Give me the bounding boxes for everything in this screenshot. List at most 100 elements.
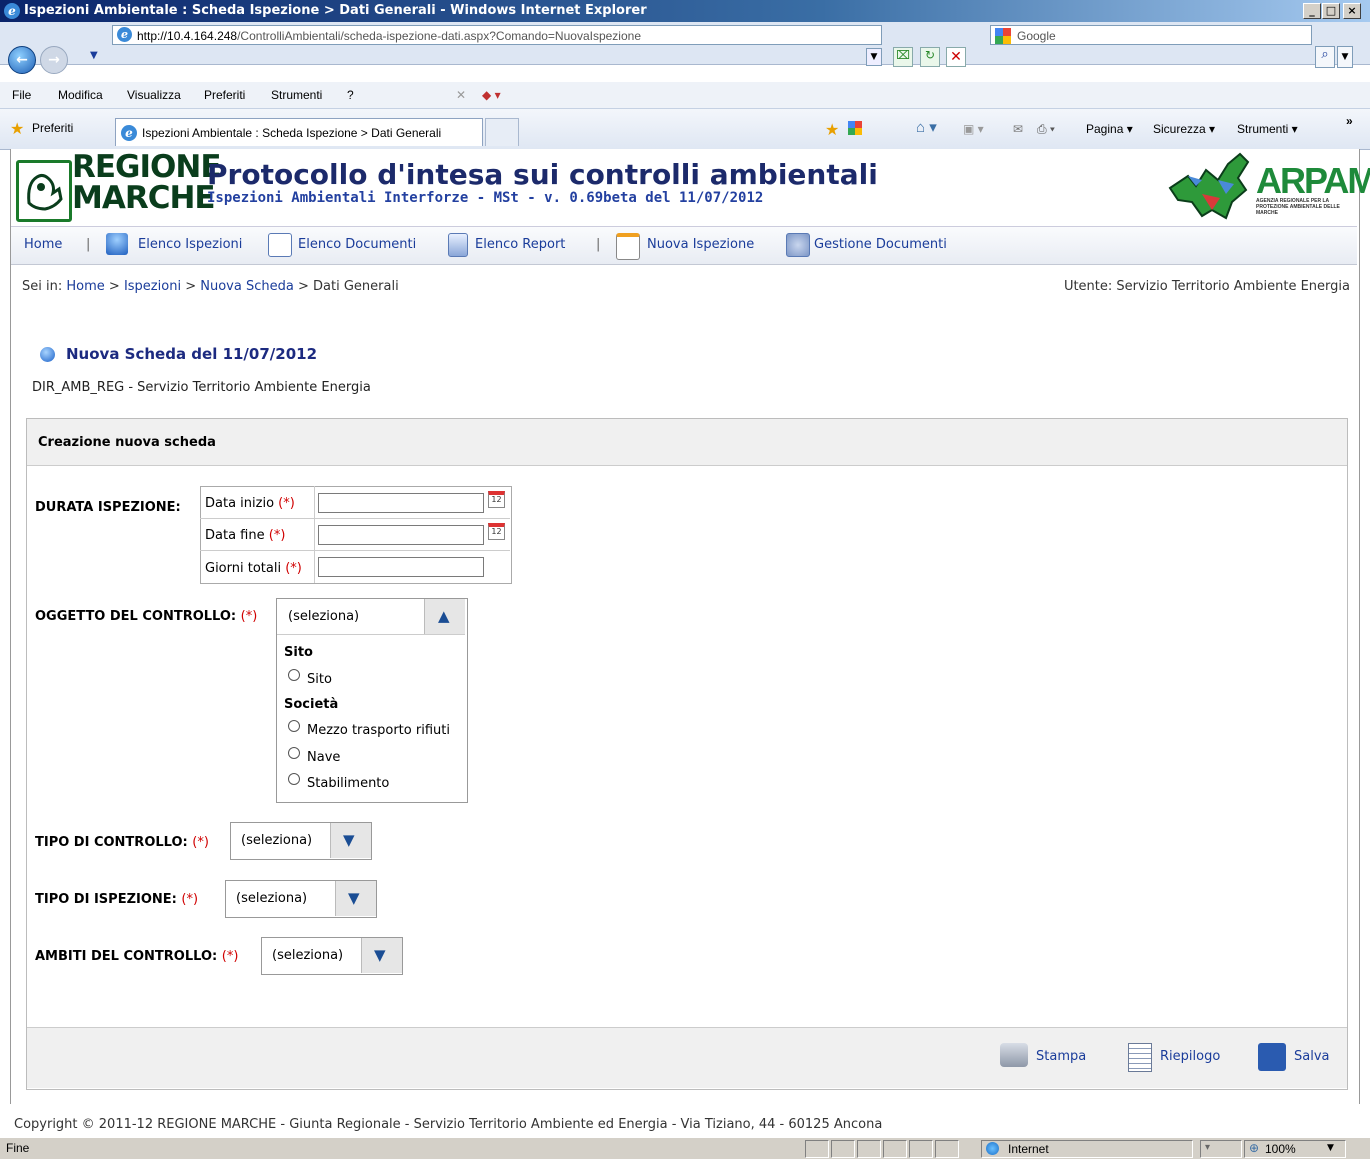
sicurezza-menu[interactable]: Sicurezza ▾ [1153, 122, 1215, 136]
nav-separator: | [596, 237, 601, 252]
radio-sito[interactable] [288, 669, 300, 681]
site-title: Protocollo d'intesa sui controlli ambien… [207, 158, 878, 191]
giorni-totali-input[interactable] [318, 557, 484, 577]
menu-strumenti[interactable]: Strumenti [271, 88, 322, 102]
giorni-totali-label: Giorni totali (*) [205, 561, 302, 576]
option-nave[interactable]: Nave [307, 750, 340, 765]
calendar-icon[interactable]: 12 [488, 523, 505, 540]
status-cell [805, 1140, 829, 1158]
stampa-button[interactable]: Stampa [1036, 1049, 1086, 1064]
radio-nave[interactable] [288, 747, 300, 759]
forward-button[interactable]: → [40, 46, 68, 74]
nav-separator: | [86, 237, 91, 252]
favorites-label[interactable]: Preferiti [32, 121, 73, 135]
ambiti-toggle[interactable]: ▼ [361, 938, 402, 973]
summary-icon[interactable] [1128, 1043, 1152, 1072]
menu-modifica[interactable]: Modifica [58, 88, 103, 102]
option-sito[interactable]: Sito [307, 672, 332, 687]
close-window-button[interactable]: × [1343, 3, 1361, 19]
status-cell [857, 1140, 881, 1158]
translate-icon[interactable]: ◆ ▾ [482, 88, 501, 102]
security-zone[interactable]: Internet [981, 1140, 1193, 1158]
tipo-controllo-label: TIPO DI CONTROLLO: (*) [35, 835, 209, 850]
radio-mezzo-trasporto[interactable] [288, 720, 300, 732]
window-title: Ispezioni Ambientale : Scheda Ispezione … [24, 3, 647, 18]
tipo-controllo-toggle[interactable]: ▼ [330, 823, 371, 858]
protected-mode-button[interactable]: ▾ [1200, 1140, 1242, 1158]
data-fine-label: Data fine (*) [205, 528, 286, 543]
google-toolbar-icon[interactable] [848, 121, 862, 135]
elenco-ispezioni-icon[interactable] [106, 233, 128, 255]
breadcrumb-nuova-scheda[interactable]: Nuova Scheda [200, 279, 294, 294]
favorites-star-icon[interactable]: ★ [10, 119, 24, 139]
nav-gestione-documenti[interactable]: Gestione Documenti [814, 237, 947, 252]
menu-help[interactable]: ? [347, 88, 354, 102]
tab-active[interactable]: e Ispezioni Ambientale : Scheda Ispezion… [115, 118, 483, 146]
copyright: Copyright © 2011-12 REGIONE MARCHE - Giu… [14, 1117, 883, 1132]
nuova-ispezione-icon[interactable] [616, 233, 640, 260]
history-dropdown-icon[interactable]: ▼ [90, 50, 98, 61]
back-button[interactable]: ← [8, 46, 36, 74]
group-societa: Società [284, 697, 339, 712]
feeds-icon[interactable]: ▣ ▾ [963, 122, 984, 136]
add-favorite-icon[interactable]: ★ [825, 120, 839, 139]
minimize-button[interactable]: _ [1303, 3, 1321, 19]
new-tab-button[interactable] [485, 118, 519, 146]
close-menu-icon[interactable]: ✕ [456, 88, 466, 102]
nav-elenco-report[interactable]: Elenco Report [475, 237, 565, 252]
radio-stabilimento[interactable] [288, 773, 300, 785]
salva-button[interactable]: Salva [1294, 1049, 1330, 1064]
option-mezzo-trasporto[interactable]: Mezzo trasporto rifiuti [307, 723, 450, 738]
ambiti-value: (seleziona) [272, 948, 344, 963]
menu-preferiti[interactable]: Preferiti [204, 88, 245, 102]
panel-header [27, 419, 1347, 466]
ie-logo-icon: e [4, 3, 20, 19]
tipo-ispezione-toggle[interactable]: ▼ [335, 881, 376, 916]
tipo-controllo-value: (seleziona) [241, 833, 313, 848]
maximize-button[interactable]: □ [1322, 3, 1340, 19]
home-icon[interactable]: ⌂ ▾ [916, 118, 937, 136]
refresh-icon[interactable]: ↻ [920, 47, 940, 67]
zoom-icon: ⊕ [1249, 1141, 1260, 1155]
strumenti-menu[interactable]: Strumenti ▾ [1237, 122, 1298, 136]
zoom-button[interactable]: ⊕ 100% ▼ [1244, 1140, 1346, 1158]
durata-label: DURATA ISPEZIONE: [35, 500, 181, 515]
nav-nuova-ispezione[interactable]: Nuova Ispezione [647, 237, 754, 252]
gestione-documenti-icon[interactable] [786, 233, 810, 257]
nav-home[interactable]: Home [24, 237, 62, 252]
pagina-menu[interactable]: Pagina ▾ [1086, 122, 1133, 136]
data-inizio-input[interactable] [318, 493, 484, 513]
nav-elenco-ispezioni[interactable]: Elenco Ispezioni [138, 237, 242, 252]
arpam-logo: ARPAM [1256, 160, 1370, 201]
breadcrumb-ispezioni[interactable]: Ispezioni [124, 279, 181, 294]
search-options-icon[interactable]: ▼ [1337, 46, 1353, 68]
search-icon[interactable]: ⌕ [1315, 46, 1335, 68]
option-stabilimento[interactable]: Stabilimento [307, 776, 389, 791]
data-fine-input[interactable] [318, 525, 484, 545]
riepilogo-button[interactable]: Riepilogo [1160, 1049, 1220, 1064]
menu-visualizza[interactable]: Visualizza [127, 88, 181, 102]
tab-page-icon: e [121, 125, 137, 141]
address-input[interactable]: e http://10.4.164.248/ControlliAmbiental… [112, 25, 882, 45]
save-icon[interactable] [1258, 1043, 1286, 1071]
oggetto-toggle-button[interactable]: ▲ [424, 599, 465, 634]
mail-icon[interactable]: ✉ [1013, 122, 1023, 136]
calendar-icon[interactable]: 12 [488, 491, 505, 508]
compatibility-icon[interactable]: ⌧ [893, 47, 913, 67]
breadcrumb-home[interactable]: Home [66, 279, 104, 294]
status-cell [883, 1140, 907, 1158]
search-input[interactable]: Google [990, 25, 1312, 45]
menu-file[interactable]: File [12, 88, 31, 102]
nav-elenco-documenti[interactable]: Elenco Documenti [298, 237, 416, 252]
bullet-icon [40, 347, 55, 362]
elenco-documenti-icon[interactable] [268, 233, 292, 257]
more-commands-icon[interactable]: » [1346, 114, 1353, 128]
status-cell [935, 1140, 959, 1158]
print-toolbar-icon[interactable]: ⎙ ▾ [1037, 122, 1055, 137]
url-dropdown-icon[interactable]: ▼ [866, 48, 882, 66]
zoom-dropdown-icon: ▼ [1327, 1143, 1334, 1153]
brand-logo: REGIONE MARCHE [72, 149, 221, 216]
stop-icon[interactable]: ✕ [946, 47, 966, 67]
elenco-report-icon[interactable] [448, 233, 468, 257]
printer-icon[interactable] [1000, 1043, 1028, 1067]
